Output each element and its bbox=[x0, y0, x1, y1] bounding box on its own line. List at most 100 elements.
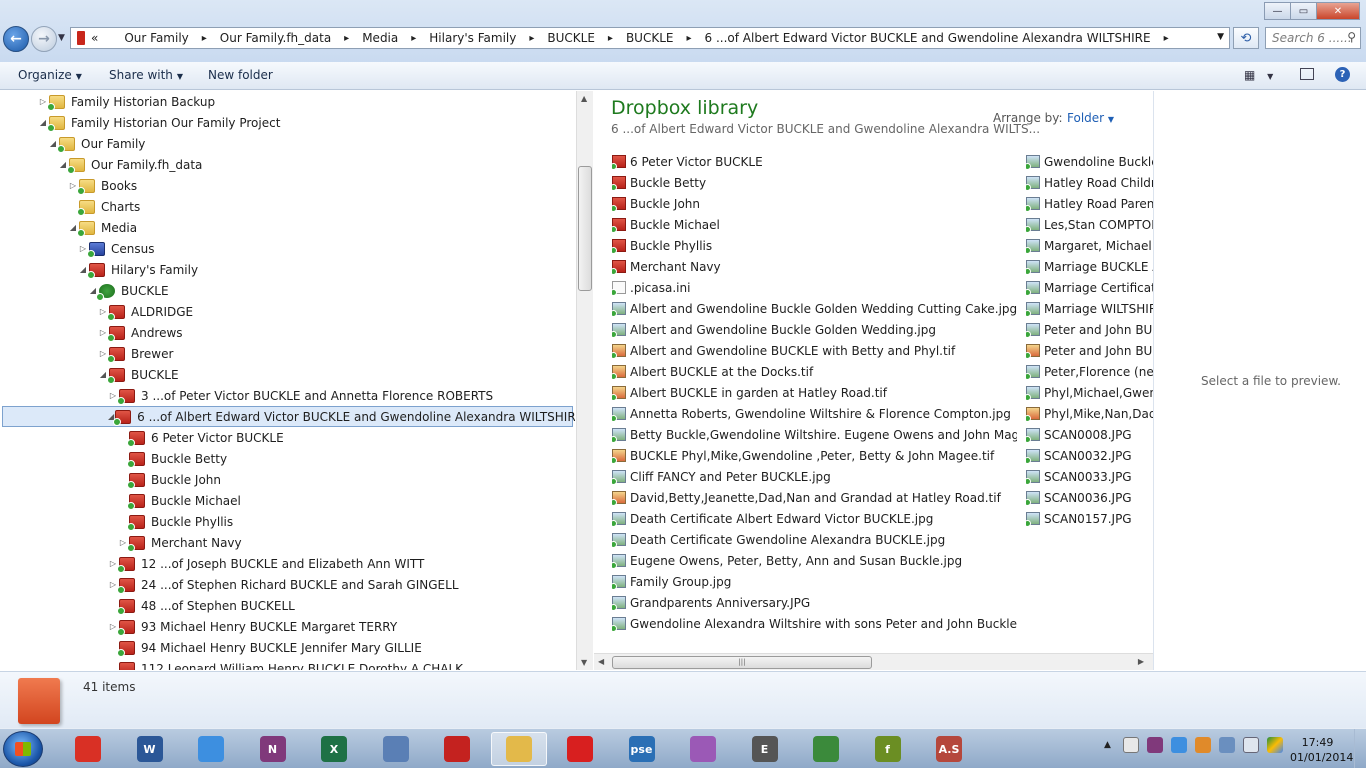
folder-item[interactable]: Merchant Navy bbox=[612, 256, 1017, 277]
tree-item[interactable]: ▷ Census bbox=[78, 238, 154, 259]
folder-item[interactable]: Buckle Betty bbox=[612, 172, 1017, 193]
tree-item[interactable]: 94 Michael Henry BUCKLE Jennifer Mary GI… bbox=[108, 637, 422, 658]
tree-item[interactable]: Buckle Betty bbox=[118, 448, 227, 469]
close-button[interactable]: ✕ bbox=[1316, 2, 1360, 20]
new-folder-button[interactable]: New folder bbox=[208, 68, 273, 82]
tree-item[interactable]: Charts bbox=[68, 196, 140, 217]
scroll-thumb[interactable]: ||| bbox=[612, 656, 872, 669]
chevron-right-icon[interactable]: ▸ bbox=[344, 33, 349, 44]
taskbar-app-button[interactable]: X bbox=[306, 732, 362, 766]
tree-item[interactable]: ▷ Family Historian Backup bbox=[38, 91, 215, 112]
file-item[interactable]: Peter and John BUCK bbox=[1026, 340, 1153, 361]
taskbar-app-button[interactable]: pse bbox=[614, 732, 670, 766]
usb-icon[interactable] bbox=[1122, 737, 1139, 753]
taskbar-app-button[interactable] bbox=[675, 732, 731, 766]
tree-item[interactable]: ◢ Our Family bbox=[48, 133, 145, 154]
help-icon[interactable]: ? bbox=[1335, 67, 1350, 82]
tree-item[interactable]: ◢ Our Family.fh_data bbox=[58, 154, 202, 175]
volume-icon[interactable] bbox=[1242, 737, 1259, 753]
tree-item[interactable]: ◢ Hilary's Family bbox=[78, 259, 198, 280]
scroll-right-icon[interactable]: ▶ bbox=[1138, 657, 1144, 666]
tree-item[interactable]: ▷ 3 ...of Peter Victor BUCKLE and Annetta… bbox=[108, 385, 493, 406]
file-item[interactable]: Cliff FANCY and Peter BUCKLE.jpg bbox=[612, 466, 1017, 487]
file-item[interactable]: Annetta Roberts, Gwendoline Wiltshire & … bbox=[612, 403, 1017, 424]
scroll-down-icon[interactable]: ▼ bbox=[581, 658, 587, 667]
chevron-down-icon[interactable]: ▼ bbox=[1217, 32, 1224, 42]
tree-item[interactable]: ◢ 6 ...of Albert Edward Victor BUCKLE and… bbox=[2, 406, 575, 427]
file-item[interactable]: Marriage WILTSHIRE bbox=[1026, 298, 1153, 319]
file-item[interactable]: SCAN0008.JPG bbox=[1026, 424, 1153, 445]
arrange-by-dropdown[interactable]: Folder ▼ bbox=[1067, 111, 1114, 125]
tree-item[interactable]: ▷ Books bbox=[68, 175, 137, 196]
file-item[interactable]: Grandparents Anniversary.JPG bbox=[612, 592, 1017, 613]
taskbar-app-button[interactable] bbox=[552, 732, 608, 766]
file-item[interactable]: Family Group.jpg bbox=[612, 571, 1017, 592]
file-item[interactable]: Betty Buckle,Gwendoline Wiltshire. Eugen… bbox=[612, 424, 1017, 445]
folder-item[interactable]: Buckle Michael bbox=[612, 214, 1017, 235]
file-item[interactable]: Albert and Gwendoline Buckle Golden Wedd… bbox=[612, 319, 1017, 340]
back-button[interactable]: ← bbox=[3, 26, 29, 52]
taskbar-app-button[interactable] bbox=[429, 732, 485, 766]
file-item[interactable]: BUCKLE Phyl,Mike,Gwendoline ,Peter, Bett… bbox=[612, 445, 1017, 466]
file-item[interactable]: Marriage BUCKLE Al bbox=[1026, 256, 1153, 277]
taskbar-app-button[interactable] bbox=[368, 732, 424, 766]
preview-pane-button[interactable] bbox=[1300, 68, 1314, 80]
chevron-right-icon[interactable]: ▸ bbox=[202, 33, 207, 44]
tree-item[interactable]: 48 ...of Stephen BUCKELL bbox=[108, 595, 295, 616]
flag-icon[interactable] bbox=[1194, 737, 1211, 753]
file-item[interactable]: Death Certificate Albert Edward Victor B… bbox=[612, 508, 1017, 529]
chevron-right-icon[interactable]: ▸ bbox=[411, 33, 416, 44]
file-item[interactable]: Marriage Certificate bbox=[1026, 277, 1153, 298]
breadcrumb-overflow[interactable]: « bbox=[91, 31, 98, 45]
google-drive-icon[interactable] bbox=[1266, 737, 1283, 753]
file-item[interactable]: Albert BUCKLE in garden at Hatley Road.t… bbox=[612, 382, 1017, 403]
minimize-button[interactable]: — bbox=[1264, 2, 1291, 20]
breadcrumb-buckle[interactable]: BUCKLE bbox=[547, 31, 595, 45]
chevron-right-icon[interactable]: ▸ bbox=[608, 33, 613, 44]
file-item[interactable]: Hatley Road Childre bbox=[1026, 172, 1153, 193]
onenote-tray-icon[interactable] bbox=[1146, 737, 1163, 753]
file-item[interactable]: Peter,Florence (nee C bbox=[1026, 361, 1153, 382]
tree-item[interactable]: 6 Peter Victor BUCKLE bbox=[118, 427, 284, 448]
taskbar-app-button[interactable] bbox=[798, 732, 854, 766]
file-item[interactable]: SCAN0033.JPG bbox=[1026, 466, 1153, 487]
file-item[interactable]: Albert and Gwendoline BUCKLE with Betty … bbox=[612, 340, 1017, 361]
taskbar-app-button[interactable]: A.S bbox=[921, 732, 977, 766]
horizontal-scrollbar[interactable]: ◀ ||| ▶ bbox=[594, 653, 1153, 670]
recent-pages-button[interactable]: ▼ bbox=[58, 33, 65, 43]
show-hidden-icons-button[interactable]: ▲ bbox=[1104, 740, 1111, 750]
folder-item[interactable]: 6 Peter Victor BUCKLE bbox=[612, 151, 1017, 172]
file-item[interactable]: Eugene Owens, Peter, Betty, Ann and Susa… bbox=[612, 550, 1017, 571]
breadcrumb-our-family[interactable]: Our Family bbox=[124, 31, 188, 45]
scroll-left-icon[interactable]: ◀ bbox=[598, 657, 604, 666]
scroll-up-icon[interactable]: ▲ bbox=[581, 94, 587, 103]
tree-item[interactable]: Buckle Phyllis bbox=[118, 511, 233, 532]
tree-item[interactable]: Buckle John bbox=[118, 469, 221, 490]
file-item[interactable]: SCAN0032.JPG bbox=[1026, 445, 1153, 466]
chevron-right-icon[interactable]: ▸ bbox=[529, 33, 534, 44]
tree-item[interactable]: ◢ Media bbox=[68, 217, 137, 238]
network-icon[interactable] bbox=[1218, 737, 1235, 753]
taskbar-app-button[interactable]: f bbox=[860, 732, 916, 766]
organize-button[interactable]: Organize ▼ bbox=[18, 68, 82, 82]
tree-item[interactable]: ▷ Brewer bbox=[98, 343, 173, 364]
dropbox-tray-icon[interactable] bbox=[1170, 737, 1187, 753]
tree-item[interactable]: ▷ Merchant Navy bbox=[118, 532, 242, 553]
file-item[interactable]: Phyl,Mike,Nan,Dad,J bbox=[1026, 403, 1153, 424]
file-item[interactable]: .picasa.ini bbox=[612, 277, 1017, 298]
tree-item[interactable]: ▷ 24 ...of Stephen Richard BUCKLE and Sar… bbox=[108, 574, 459, 595]
file-item[interactable]: David,Betty,Jeanette,Dad,Nan and Grandad… bbox=[612, 487, 1017, 508]
folder-item[interactable]: Buckle Phyllis bbox=[612, 235, 1017, 256]
file-item[interactable]: Phyl,Michael,Gwend bbox=[1026, 382, 1153, 403]
tree-item[interactable]: ◢ BUCKLE bbox=[98, 364, 179, 385]
breadcrumb-hilarys-family[interactable]: Hilary's Family bbox=[429, 31, 516, 45]
taskbar-app-button[interactable] bbox=[490, 732, 547, 766]
tree-item[interactable]: ▷ 12 ...of Joseph BUCKLE and Elizabeth An… bbox=[108, 553, 424, 574]
refresh-button[interactable]: ⟲ bbox=[1233, 27, 1259, 49]
start-button[interactable] bbox=[3, 731, 43, 767]
tree-item[interactable]: ◢ Family Historian Our Family Project bbox=[38, 112, 280, 133]
show-desktop-button[interactable] bbox=[1354, 729, 1366, 768]
taskbar-app-button[interactable]: W bbox=[122, 732, 178, 766]
file-item[interactable]: Gwendoline Buckle a bbox=[1026, 151, 1153, 172]
taskbar-app-button[interactable]: N bbox=[245, 732, 301, 766]
